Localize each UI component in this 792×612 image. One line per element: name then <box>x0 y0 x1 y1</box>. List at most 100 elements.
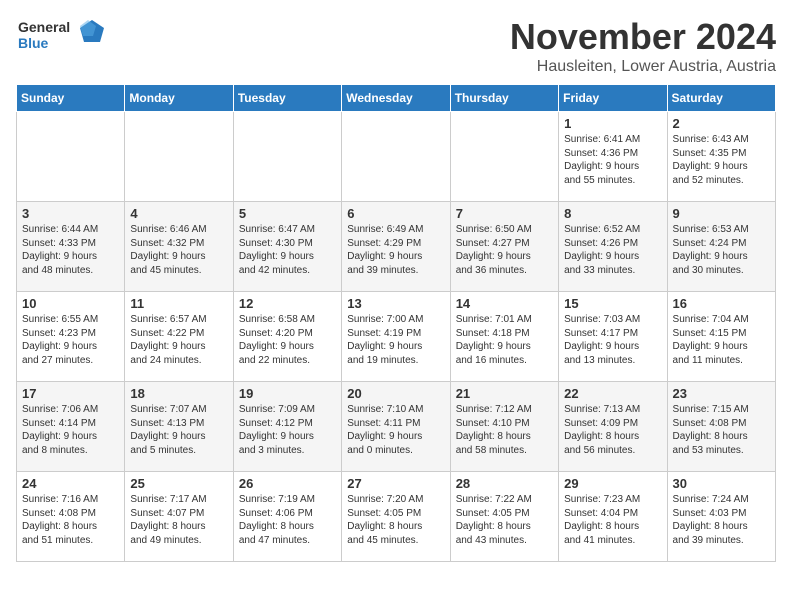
weekday-header-thursday: Thursday <box>450 85 558 112</box>
calendar-week-row: 24 Sunrise: 7:16 AM Sunset: 4:08 PM Dayli… <box>17 472 776 562</box>
day-number: 20 <box>347 386 444 401</box>
calendar-cell <box>125 112 233 202</box>
cell-info: Sunrise: 7:19 AM Sunset: 4:06 PM Dayligh… <box>239 493 336 547</box>
day-number: 16 <box>673 296 770 311</box>
day-number: 10 <box>22 296 119 311</box>
title-block: November 2024 Hausleiten, Lower Austria,… <box>510 16 776 76</box>
weekday-header-sunday: Sunday <box>17 85 125 112</box>
day-number: 3 <box>22 206 119 221</box>
cell-info: Sunrise: 6:52 AM Sunset: 4:26 PM Dayligh… <box>564 223 661 277</box>
calendar-cell: 15Sunrise: 7:03 AM Sunset: 4:17 PM Dayli… <box>559 292 667 382</box>
day-number: 25 <box>130 476 227 491</box>
cell-info: Sunrise: 6:43 AM Sunset: 4:35 PM Dayligh… <box>673 133 770 187</box>
calendar-cell: 8Sunrise: 6:52 AM Sunset: 4:26 PM Daylig… <box>559 202 667 292</box>
calendar-week-row: 1Sunrise: 6:41 AM Sunset: 4:36 PM Daylig… <box>17 112 776 202</box>
calendar-table: SundayMondayTuesdayWednesdayThursdayFrid… <box>16 84 776 562</box>
cell-info: Sunrise: 6:47 AM Sunset: 4:30 PM Dayligh… <box>239 223 336 277</box>
calendar-week-row: 17 Sunrise: 7:06 AM Sunset: 4:14 PM Dayli… <box>17 382 776 472</box>
day-number: 30 <box>673 476 770 491</box>
cell-info: Sunrise: 7:13 AM Sunset: 4:09 PM Dayligh… <box>564 403 661 457</box>
calendar-cell: 26 Sunrise: 7:19 AM Sunset: 4:06 PM Dayli… <box>233 472 341 562</box>
svg-text:Blue: Blue <box>18 35 49 51</box>
calendar-cell: 1Sunrise: 6:41 AM Sunset: 4:36 PM Daylig… <box>559 112 667 202</box>
day-number: 12 <box>239 296 336 311</box>
calendar-cell: 17 Sunrise: 7:06 AM Sunset: 4:14 PM Dayli… <box>17 382 125 472</box>
day-number: 27 <box>347 476 444 491</box>
cell-info: Sunrise: 6:50 AM Sunset: 4:27 PM Dayligh… <box>456 223 553 277</box>
cell-info: Sunrise: 6:57 AM Sunset: 4:22 PM Dayligh… <box>130 313 227 367</box>
calendar-cell: 10 Sunrise: 6:55 AM Sunset: 4:23 PM Dayli… <box>17 292 125 382</box>
cell-info: Sunrise: 6:46 AM Sunset: 4:32 PM Dayligh… <box>130 223 227 277</box>
day-number: 6 <box>347 206 444 221</box>
cell-info: Sunrise: 7:22 AM Sunset: 4:05 PM Dayligh… <box>456 493 553 547</box>
cell-info: Sunrise: 7:15 AM Sunset: 4:08 PM Dayligh… <box>673 403 770 457</box>
weekday-header-wednesday: Wednesday <box>342 85 450 112</box>
calendar-cell: 20Sunrise: 7:10 AM Sunset: 4:11 PM Dayli… <box>342 382 450 472</box>
calendar-cell: 18 Sunrise: 7:07 AM Sunset: 4:13 PM Dayli… <box>125 382 233 472</box>
calendar-cell: 24 Sunrise: 7:16 AM Sunset: 4:08 PM Dayli… <box>17 472 125 562</box>
weekday-header-monday: Monday <box>125 85 233 112</box>
day-number: 1 <box>564 116 661 131</box>
day-number: 29 <box>564 476 661 491</box>
calendar-cell: 16Sunrise: 7:04 AM Sunset: 4:15 PM Dayli… <box>667 292 775 382</box>
calendar-week-row: 10 Sunrise: 6:55 AM Sunset: 4:23 PM Dayli… <box>17 292 776 382</box>
cell-info: Sunrise: 7:07 AM Sunset: 4:13 PM Dayligh… <box>130 403 227 457</box>
day-number: 4 <box>130 206 227 221</box>
cell-info: Sunrise: 7:20 AM Sunset: 4:05 PM Dayligh… <box>347 493 444 547</box>
cell-info: Sunrise: 7:09 AM Sunset: 4:12 PM Dayligh… <box>239 403 336 457</box>
calendar-cell: 19 Sunrise: 7:09 AM Sunset: 4:12 PM Dayli… <box>233 382 341 472</box>
calendar-cell: 2 Sunrise: 6:43 AM Sunset: 4:35 PM Daylig… <box>667 112 775 202</box>
cell-info: Sunrise: 7:06 AM Sunset: 4:14 PM Dayligh… <box>22 403 119 457</box>
cell-info: Sunrise: 7:17 AM Sunset: 4:07 PM Dayligh… <box>130 493 227 547</box>
day-number: 13 <box>347 296 444 311</box>
day-number: 11 <box>130 296 227 311</box>
calendar-cell <box>17 112 125 202</box>
weekday-header-tuesday: Tuesday <box>233 85 341 112</box>
cell-info: Sunrise: 6:58 AM Sunset: 4:20 PM Dayligh… <box>239 313 336 367</box>
cell-info: Sunrise: 6:44 AM Sunset: 4:33 PM Dayligh… <box>22 223 119 277</box>
cell-info: Sunrise: 6:55 AM Sunset: 4:23 PM Dayligh… <box>22 313 119 367</box>
month-title: November 2024 <box>510 16 776 58</box>
cell-info: Sunrise: 7:16 AM Sunset: 4:08 PM Dayligh… <box>22 493 119 547</box>
calendar-cell: 9 Sunrise: 6:53 AM Sunset: 4:24 PM Daylig… <box>667 202 775 292</box>
day-number: 19 <box>239 386 336 401</box>
calendar-cell <box>342 112 450 202</box>
day-number: 15 <box>564 296 661 311</box>
day-number: 26 <box>239 476 336 491</box>
calendar-cell: 27 Sunrise: 7:20 AM Sunset: 4:05 PM Dayli… <box>342 472 450 562</box>
cell-info: Sunrise: 6:53 AM Sunset: 4:24 PM Dayligh… <box>673 223 770 277</box>
day-number: 2 <box>673 116 770 131</box>
day-number: 9 <box>673 206 770 221</box>
calendar-cell: 5 Sunrise: 6:47 AM Sunset: 4:30 PM Daylig… <box>233 202 341 292</box>
calendar-cell: 30Sunrise: 7:24 AM Sunset: 4:03 PM Dayli… <box>667 472 775 562</box>
calendar-cell: 29Sunrise: 7:23 AM Sunset: 4:04 PM Dayli… <box>559 472 667 562</box>
day-number: 24 <box>22 476 119 491</box>
calendar-cell <box>233 112 341 202</box>
cell-info: Sunrise: 7:01 AM Sunset: 4:18 PM Dayligh… <box>456 313 553 367</box>
logo-svg: General Blue <box>16 16 106 60</box>
day-number: 21 <box>456 386 553 401</box>
calendar-cell: 4 Sunrise: 6:46 AM Sunset: 4:32 PM Daylig… <box>125 202 233 292</box>
day-number: 5 <box>239 206 336 221</box>
calendar-cell: 7 Sunrise: 6:50 AM Sunset: 4:27 PM Daylig… <box>450 202 558 292</box>
day-number: 7 <box>456 206 553 221</box>
cell-info: Sunrise: 6:49 AM Sunset: 4:29 PM Dayligh… <box>347 223 444 277</box>
weekday-header-friday: Friday <box>559 85 667 112</box>
cell-info: Sunrise: 7:00 AM Sunset: 4:19 PM Dayligh… <box>347 313 444 367</box>
weekday-header-row: SundayMondayTuesdayWednesdayThursdayFrid… <box>17 85 776 112</box>
day-number: 22 <box>564 386 661 401</box>
page-header: General Blue November 2024 Hausleiten, L… <box>16 16 776 76</box>
day-number: 18 <box>130 386 227 401</box>
svg-text:General: General <box>18 19 70 35</box>
calendar-cell: 23 Sunrise: 7:15 AM Sunset: 4:08 PM Dayli… <box>667 382 775 472</box>
day-number: 23 <box>673 386 770 401</box>
day-number: 17 <box>22 386 119 401</box>
day-number: 28 <box>456 476 553 491</box>
logo: General Blue <box>16 16 106 60</box>
weekday-header-saturday: Saturday <box>667 85 775 112</box>
calendar-cell: 11 Sunrise: 6:57 AM Sunset: 4:22 PM Dayli… <box>125 292 233 382</box>
calendar-cell: 3 Sunrise: 6:44 AM Sunset: 4:33 PM Daylig… <box>17 202 125 292</box>
location: Hausleiten, Lower Austria, Austria <box>510 58 776 76</box>
calendar-cell: 22 Sunrise: 7:13 AM Sunset: 4:09 PM Dayli… <box>559 382 667 472</box>
calendar-cell: 12 Sunrise: 6:58 AM Sunset: 4:20 PM Dayli… <box>233 292 341 382</box>
